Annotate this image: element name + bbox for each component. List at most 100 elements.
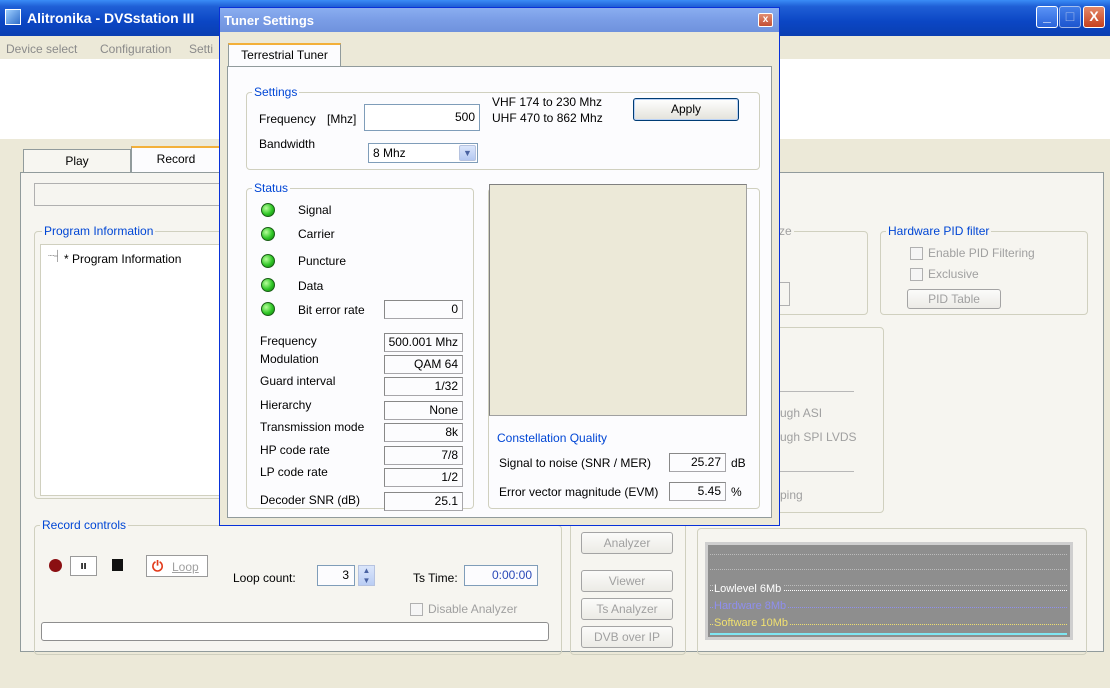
- routing-divider-bottom: [780, 471, 854, 472]
- disable-analyzer-checkbox[interactable]: [410, 603, 423, 616]
- evm-value: 5.45: [669, 482, 726, 501]
- bandwidth-value: 8 Mhz: [373, 146, 406, 160]
- ts-time-label: Ts Time:: [413, 571, 458, 585]
- decoder-snr-value: 25.1: [384, 492, 463, 511]
- constellation-quality-label: Constellation Quality: [495, 431, 610, 445]
- chevron-down-icon[interactable]: ▼: [459, 145, 476, 161]
- bit-error-rate-value: 0: [384, 300, 463, 319]
- menu-settings[interactable]: Setti: [189, 42, 213, 56]
- tab-play[interactable]: Play: [23, 149, 131, 173]
- loop-count-label: Loop count:: [233, 571, 296, 585]
- loop-button-label: Loop: [172, 560, 199, 574]
- decoder-snr-label: Decoder SNR (dB): [260, 493, 361, 507]
- record-icon[interactable]: [49, 559, 62, 572]
- frequency-unit: [Mhz]: [327, 112, 357, 126]
- exclusive-label: Exclusive: [928, 267, 979, 281]
- transmission-mode-value: 8k: [384, 423, 463, 442]
- apply-button[interactable]: Apply: [633, 98, 739, 121]
- uhf-range-label: UHF 470 to 862 Mhz: [492, 111, 603, 125]
- frequency-label: Frequency: [259, 112, 316, 126]
- guard-interval-label: Guard interval: [260, 374, 336, 388]
- pid-table-button[interactable]: PID Table: [907, 289, 1001, 309]
- carrier-label: Carrier: [298, 227, 335, 241]
- tab-terrestrial-tuner[interactable]: Terrestrial Tuner: [228, 43, 341, 67]
- loop-count-input[interactable]: 3: [317, 565, 355, 586]
- tree-item-program-information[interactable]: * Program Information: [64, 252, 181, 266]
- carrier-led-icon: [261, 227, 275, 241]
- status-frequency-value: 500.001 Mhz: [384, 333, 463, 352]
- main-window-title: Alitronika - DVSstation III: [27, 10, 195, 26]
- route-asi-label: ugh ASI: [780, 406, 823, 420]
- bit-error-rate-led-icon: [261, 302, 275, 316]
- bandwidth-select[interactable]: 8 Mhz ▼: [368, 143, 478, 163]
- menu-configuration[interactable]: Configuration: [100, 42, 171, 56]
- pause-icon[interactable]: ıı: [70, 556, 97, 576]
- app-icon: [5, 9, 21, 25]
- menu-device-select[interactable]: Device select: [6, 42, 77, 56]
- puncture-label: Puncture: [298, 254, 347, 268]
- vhf-range-label: VHF 174 to 230 Mhz: [492, 95, 603, 109]
- program-info-group-label: Program Information: [42, 224, 156, 238]
- hardware-label: Hardware 8Mb: [714, 600, 789, 612]
- software-label: Software 10Mb: [714, 617, 790, 629]
- lp-code-rate-label: LP code rate: [260, 465, 328, 479]
- status-frequency-label: Frequency: [260, 334, 317, 348]
- hp-code-rate-value: 7/8: [384, 446, 463, 465]
- analyzer-button[interactable]: Analyzer: [581, 532, 673, 554]
- tuner-settings-dialog: Tuner Settings x Terrestrial Tuner Setti…: [219, 7, 780, 526]
- lp-code-rate-value: 1/2: [384, 468, 463, 487]
- settings-group-label: Settings: [252, 85, 300, 99]
- hp-code-rate-label: HP code rate: [260, 443, 330, 457]
- loop-button[interactable]: ⏻ Loop: [146, 555, 208, 577]
- data-label: Data: [298, 279, 324, 293]
- frequency-input[interactable]: 500: [364, 104, 480, 131]
- disable-analyzer-label: Disable Analyzer: [428, 602, 518, 616]
- exclusive-checkbox[interactable]: [910, 268, 923, 281]
- dialog-close-button[interactable]: x: [758, 13, 773, 27]
- lowlevel-label: Lowlevel 6Mb: [714, 583, 784, 595]
- program-info-tree[interactable]: [40, 244, 224, 496]
- record-progress-bar: [41, 622, 549, 641]
- viewer-button[interactable]: Viewer: [581, 570, 673, 592]
- maximize-button[interactable]: □: [1059, 6, 1081, 28]
- puncture-led-icon: [261, 254, 275, 268]
- close-button[interactable]: X: [1083, 6, 1105, 28]
- record-controls-group-label: Record controls: [40, 518, 129, 532]
- modulation-label: Modulation: [260, 352, 319, 366]
- bit-error-rate-label: Bit error rate: [298, 303, 365, 317]
- looping-label: ping: [780, 488, 803, 502]
- snr-label: Signal to noise (SNR / MER): [499, 456, 652, 470]
- stop-icon[interactable]: [112, 559, 123, 571]
- routing-divider-top: [780, 391, 854, 392]
- data-led-icon: [261, 278, 275, 292]
- modulation-value: QAM 64: [384, 355, 463, 374]
- evm-unit: %: [731, 485, 742, 499]
- ts-time-field: 0:00:00: [464, 565, 538, 586]
- buffer-monitor: Lowlevel 6Mb Hardware 8Mb Software 10Mb: [705, 542, 1073, 640]
- signal-led-icon: [261, 203, 275, 217]
- buffer-level-line: [710, 633, 1067, 635]
- dialog-titlebar: Tuner Settings x: [220, 8, 779, 32]
- terrestrial-tuner-panel: Settings Frequency [Mhz] 500 VHF 174 to …: [227, 66, 772, 518]
- file-path-input[interactable]: [34, 183, 224, 206]
- monitor-gridline: [710, 569, 1067, 570]
- enable-pid-filtering-label: Enable PID Filtering: [928, 246, 1035, 260]
- minimize-button[interactable]: _: [1036, 6, 1058, 28]
- monitor-gridline: [710, 554, 1067, 555]
- hierarchy-label: Hierarchy: [260, 398, 312, 412]
- constellation-display: [489, 184, 747, 416]
- signal-label: Signal: [298, 203, 332, 217]
- tree-connector-icon: ┈┤: [48, 251, 62, 262]
- bandwidth-label: Bandwidth: [259, 137, 316, 151]
- snr-value: 25.27: [669, 453, 726, 472]
- ts-analyzer-button[interactable]: Ts Analyzer: [581, 598, 673, 620]
- hardware-pid-group-label: Hardware PID filter: [886, 224, 992, 238]
- snr-unit: dB: [731, 456, 746, 470]
- transmission-mode-label: Transmission mode: [260, 420, 365, 434]
- status-group-label: Status: [252, 181, 291, 195]
- dialog-title: Tuner Settings: [224, 13, 315, 28]
- dvb-over-ip-button[interactable]: DVB over IP: [581, 626, 673, 648]
- enable-pid-filtering-checkbox[interactable]: [910, 247, 923, 260]
- tab-record[interactable]: Record: [131, 146, 221, 173]
- loop-count-spinner[interactable]: ▲ ▼: [358, 565, 375, 586]
